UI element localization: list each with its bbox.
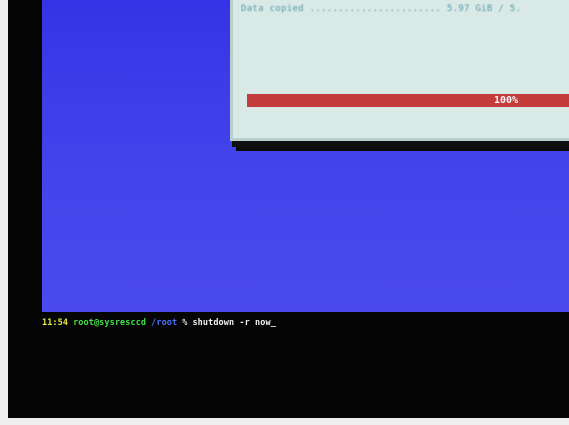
- progress-label: 100%: [494, 95, 519, 106]
- prompt-separator: %: [182, 318, 188, 328]
- desktop-background: Data copied ....................... 5.97…: [34, 0, 569, 312]
- shell-prompt[interactable]: 11:54 root@sysresccd/root% shutdown -r now…: [42, 318, 276, 328]
- prompt-user-host: root@sysresccd: [73, 318, 147, 328]
- data-copied-line: Data copied ....................... 5.97…: [241, 4, 522, 14]
- prompt-time: 11:54: [42, 318, 69, 328]
- progress-fill: [247, 94, 569, 107]
- progress-bar: 100%: [247, 94, 569, 107]
- command-input[interactable]: shutdown -r now: [192, 318, 270, 328]
- terminal-area[interactable]: 11:54 root@sysresccd/root% shutdown -r now…: [34, 312, 569, 418]
- prompt-path: /root: [151, 318, 178, 328]
- monitor-photo: Data copied ....................... 5.97…: [0, 0, 569, 425]
- text-cursor: _: [270, 318, 276, 328]
- monitor-bezel: [8, 0, 42, 418]
- copy-progress-dialog: Data copied ....................... 5.97…: [230, 0, 569, 141]
- monitor-screen: Data copied ....................... 5.97…: [8, 0, 569, 418]
